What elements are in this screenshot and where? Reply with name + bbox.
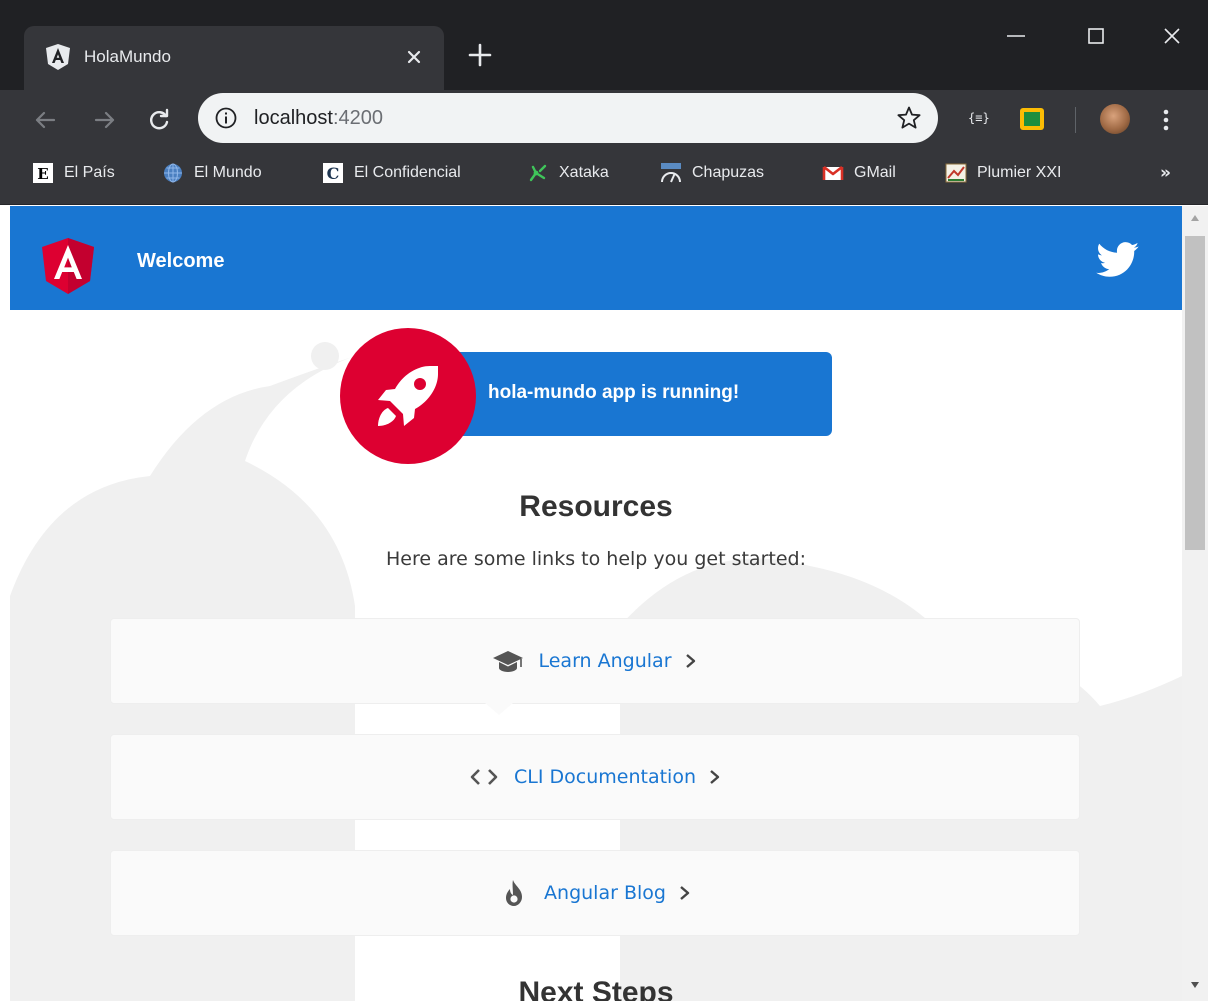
elconfidencial-icon: C <box>323 163 343 183</box>
bookmark-elpais[interactable]: E El País <box>32 160 115 186</box>
bookmarks-overflow-button[interactable]: » <box>1160 163 1171 183</box>
bookmarks-bar: E El País El Mundo C El Confidencial Xat… <box>0 148 1208 205</box>
browser-titlebar: HolaMundo <box>0 0 1208 90</box>
svg-text:E: E <box>37 165 48 183</box>
twitter-icon[interactable] <box>1096 242 1140 278</box>
new-tab-icon[interactable] <box>466 41 494 69</box>
globe-icon <box>164 163 182 183</box>
scroll-down-arrow-icon[interactable] <box>1190 981 1200 989</box>
bookmark-plumier[interactable]: Plumier XXI <box>945 160 1061 186</box>
chevron-right-icon <box>680 886 690 900</box>
reload-icon[interactable] <box>146 107 172 133</box>
resources-heading: Resources <box>519 490 673 523</box>
bookmark-label: El País <box>64 164 115 181</box>
bookmark-elmundo[interactable]: El Mundo <box>162 160 262 186</box>
maximize-icon[interactable] <box>1078 18 1114 54</box>
info-icon[interactable] <box>214 106 238 130</box>
elpais-icon: E <box>33 163 53 183</box>
angular-blog-card[interactable]: Angular Blog <box>110 850 1080 936</box>
plumier-icon <box>945 163 967 183</box>
bookmark-label: Chapuzas <box>692 164 765 181</box>
cli-documentation-card[interactable]: CLI Documentation <box>110 734 1080 820</box>
xataka-icon <box>529 164 547 182</box>
bookmark-label: GMail <box>854 164 896 181</box>
chevron-right-icon <box>710 770 720 784</box>
bookmark-chapuzas[interactable]: Chapuzas <box>660 160 764 186</box>
toolbar-welcome-title: Welcome <box>137 250 225 272</box>
rocket-badge <box>340 328 476 464</box>
bookmark-star-icon[interactable] <box>896 105 922 131</box>
angular-blog-link[interactable]: Angular Blog <box>544 882 666 904</box>
url-text[interactable]: localhost:4200 <box>254 105 383 131</box>
bookmark-label: Xataka <box>559 164 609 181</box>
menu-dots-icon[interactable] <box>1160 106 1172 134</box>
bookmark-xataka[interactable]: Xataka <box>527 160 609 186</box>
bookmark-elconfidencial[interactable]: C El Confidencial <box>322 160 461 186</box>
classroom-extension-icon[interactable] <box>1020 108 1044 130</box>
forward-arrow-icon[interactable] <box>92 107 118 133</box>
cli-documentation-link[interactable]: CLI Documentation <box>514 766 696 788</box>
back-arrow-icon[interactable] <box>32 107 58 133</box>
flame-icon <box>506 880 523 906</box>
card-pointer-arrow <box>485 703 513 715</box>
resources-subtitle: Here are some links to help you get star… <box>386 548 806 570</box>
minimize-icon[interactable] <box>998 18 1034 54</box>
toolbar-separator <box>1075 107 1076 133</box>
json-viewer-extension-icon[interactable]: {≡} <box>968 111 990 125</box>
bookmark-gmail[interactable]: GMail <box>822 160 896 186</box>
svg-text:C: C <box>327 164 340 183</box>
learn-angular-link[interactable]: Learn Angular <box>538 650 671 672</box>
profile-avatar[interactable] <box>1100 104 1130 134</box>
running-message: hola-mundo app is running! <box>488 382 740 403</box>
page-scrollbar[interactable] <box>1182 206 1208 1001</box>
browser-toolbar: localhost:4200 {≡} <box>0 90 1208 148</box>
next-steps-heading: Next Steps <box>518 976 674 1001</box>
browser-tab[interactable]: HolaMundo <box>24 26 444 90</box>
url-port: :4200 <box>332 107 383 129</box>
bookmark-label: El Confidencial <box>354 164 461 181</box>
learn-angular-card[interactable]: Learn Angular <box>110 618 1080 704</box>
tab-title: HolaMundo <box>84 47 171 66</box>
graduation-cap-icon <box>493 651 524 672</box>
address-bar[interactable]: localhost:4200 <box>198 93 938 143</box>
gmail-icon <box>822 165 844 180</box>
scroll-up-arrow-icon[interactable] <box>1190 214 1200 222</box>
tab-close-icon[interactable] <box>400 43 428 71</box>
angular-favicon-icon <box>46 44 70 70</box>
chapuzas-icon <box>661 163 681 183</box>
page-viewport: Welcome hola-mundo app is running! Resou… <box>10 206 1182 1001</box>
url-host: localhost <box>254 107 333 129</box>
bookmark-label: El Mundo <box>194 164 262 181</box>
app-running-banner: hola-mundo app is running! <box>340 328 832 474</box>
rocket-icon <box>378 366 438 426</box>
window-close-icon[interactable] <box>1154 18 1190 54</box>
scrollbar-thumb[interactable] <box>1185 236 1205 550</box>
app-toolbar: Welcome <box>10 206 1182 310</box>
angular-logo-icon[interactable] <box>42 238 94 294</box>
chevron-right-icon <box>685 654 695 668</box>
code-icon <box>470 769 498 785</box>
bookmark-label: Plumier XXI <box>977 164 1062 181</box>
